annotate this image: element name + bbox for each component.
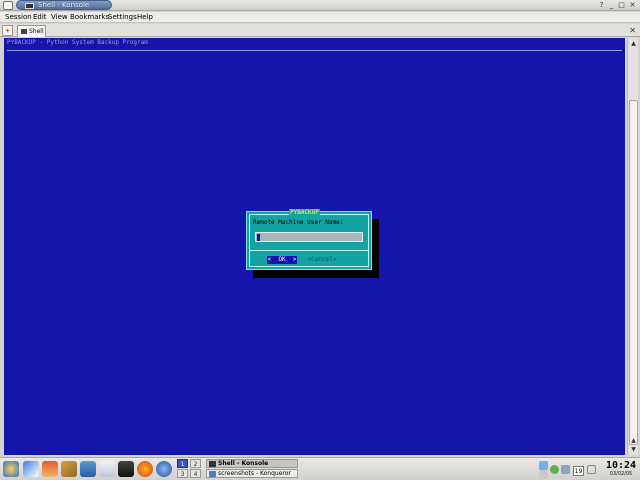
task-label: Shell - Konsole <box>218 460 269 467</box>
tab-bar: ✦ Shell ✕ <box>0 24 640 37</box>
network-icon[interactable] <box>561 465 570 474</box>
terminal-icon <box>25 3 34 9</box>
program-header: PYBACKUP - Python System Backup Program <box>7 39 148 46</box>
menu-session[interactable]: Session <box>5 13 32 21</box>
browser-icon[interactable] <box>156 461 172 477</box>
desktop-2[interactable]: 2 <box>190 459 201 468</box>
close-icon[interactable]: ✕ <box>628 1 637 10</box>
desktop-4[interactable]: 4 <box>190 469 201 478</box>
menu-bookmarks[interactable]: Bookmarks <box>70 13 109 21</box>
task-label: screenshots - Konqueror <box>218 470 291 477</box>
home-icon[interactable] <box>42 461 58 477</box>
dialog-divider <box>250 250 368 251</box>
dialog-prompt: Remote Machine User Name: <box>253 219 344 226</box>
scroll-up-icon[interactable]: ▲ <box>629 39 638 48</box>
tools-icon[interactable] <box>61 461 77 477</box>
terminal-icon <box>209 461 216 467</box>
dialog-title: PYBACKUP <box>289 209 320 216</box>
vertical-scrollbar[interactable]: ▲ ▲ ▼ <box>627 38 638 455</box>
desktop-pager: 1 2 3 4 <box>177 459 203 479</box>
task-konsole[interactable]: Shell - Konsole <box>206 459 298 468</box>
minimize-icon[interactable]: _ <box>607 1 616 10</box>
scroll-down-icon[interactable]: ▼ <box>629 445 638 454</box>
scroll-up-icon[interactable]: ▲ <box>629 436 638 445</box>
calendar-icon[interactable]: 19 <box>573 466 584 476</box>
clock[interactable]: 10:24 03/02/05 <box>603 460 639 479</box>
network-icon[interactable] <box>80 461 96 477</box>
clock-date: 03/02/05 <box>609 471 633 477</box>
firefox-icon[interactable] <box>137 461 153 477</box>
clipboard-icon[interactable] <box>539 461 548 470</box>
notes-icon[interactable] <box>587 465 596 474</box>
input-dialog: PYBACKUP Remote Machine User Name: < OK … <box>246 209 372 270</box>
maximize-icon[interactable]: □ <box>617 1 626 10</box>
menu-view[interactable]: View <box>51 13 68 21</box>
clock-time: 10:24 <box>605 460 637 471</box>
task-konqueror[interactable]: screenshots - Konqueror <box>206 469 298 478</box>
close-tab-icon[interactable]: ✕ <box>629 26 636 35</box>
window-title: Shell - Konsole <box>38 1 90 9</box>
help-icon[interactable]: ? <box>597 1 606 10</box>
text-cursor <box>257 234 260 241</box>
header-divider <box>7 50 622 51</box>
cancel-button[interactable]: <Cancel> <box>307 256 337 264</box>
taskbar: 1 2 3 4 Shell - Konsole screenshots - Ko… <box>0 457 640 480</box>
ok-button[interactable]: < OK > <box>267 256 297 264</box>
scrollbar-thumb[interactable] <box>629 100 638 445</box>
menu-edit[interactable]: Edit <box>33 13 47 21</box>
desktop-3[interactable]: 3 <box>177 469 188 478</box>
new-session-icon[interactable]: ✦ <box>2 25 13 36</box>
window-titlebar: Shell - Konsole ? _ □ ✕ <box>0 0 640 11</box>
terminal-icon <box>21 29 27 34</box>
kde-menu-icon[interactable] <box>3 461 19 477</box>
update-icon[interactable] <box>550 465 559 474</box>
desktop-1[interactable]: 1 <box>177 459 188 468</box>
window-menu-icon[interactable] <box>3 1 13 10</box>
tab-shell[interactable]: Shell <box>17 25 46 37</box>
edit-icon[interactable] <box>23 461 39 477</box>
document-icon[interactable] <box>99 461 115 477</box>
menu-settings[interactable]: Settings <box>108 13 137 21</box>
volume-icon[interactable] <box>539 470 548 479</box>
system-tray: 19 <box>537 460 601 479</box>
tab-label: Shell <box>29 28 44 35</box>
folder-icon <box>209 471 216 477</box>
menubar: Session Edit View Bookmarks Settings Hel… <box>0 12 640 23</box>
username-input[interactable] <box>255 232 363 242</box>
menu-help[interactable]: Help <box>137 13 153 21</box>
terminal-icon[interactable] <box>118 461 134 477</box>
